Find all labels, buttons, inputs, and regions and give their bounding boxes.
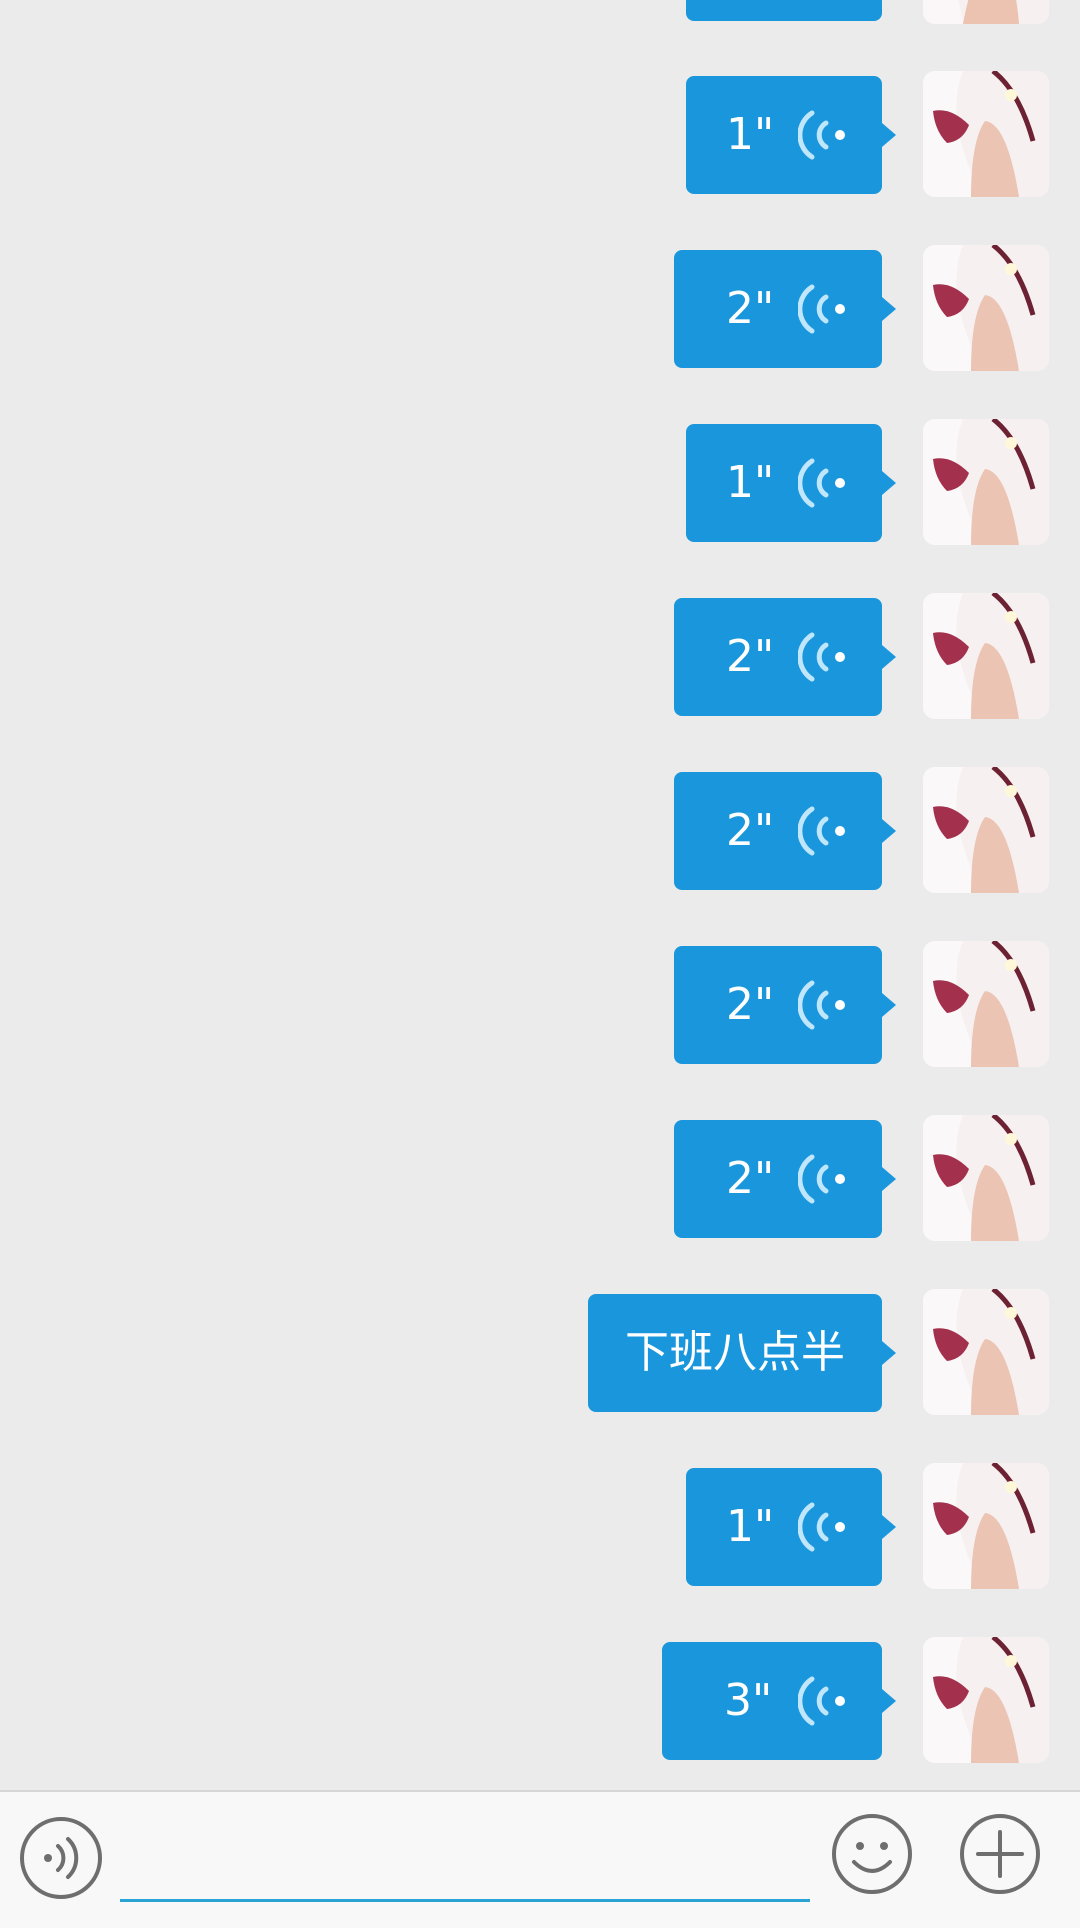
voice-wave-icon (798, 284, 845, 334)
voice-wave-icon (798, 632, 845, 682)
voice-duration: 2" (726, 805, 775, 856)
smiley-icon[interactable] (830, 1812, 914, 1896)
voice-message-bubble[interactable]: 3" (662, 1642, 896, 1760)
avatar-image (923, 941, 1049, 1067)
voice-wave-icon (798, 806, 845, 856)
avatar-image (923, 1637, 1049, 1763)
user-avatar[interactable] (923, 1115, 1049, 1241)
user-avatar[interactable] (923, 941, 1049, 1067)
voice-mode-icon[interactable] (18, 1815, 104, 1901)
message-row: 下班八点半 (0, 1289, 1080, 1415)
avatar-image (923, 1115, 1049, 1241)
voice-duration: 2" (726, 631, 775, 682)
voice-wave-icon (798, 458, 845, 508)
plus-circle-icon[interactable] (958, 1812, 1042, 1896)
avatar-image (923, 71, 1049, 197)
user-avatar[interactable] (923, 767, 1049, 893)
avatar-image (923, 1289, 1049, 1415)
message-row: 2" (0, 245, 1080, 371)
message-row: 2" (0, 1115, 1080, 1241)
user-avatar[interactable] (923, 71, 1049, 197)
voice-wave-icon (798, 1502, 845, 1552)
voice-duration: 1" (726, 1501, 775, 1552)
message-row (0, 0, 1080, 24)
user-avatar[interactable] (923, 245, 1049, 371)
user-avatar[interactable] (923, 0, 1049, 24)
message-input-bar (0, 1790, 1080, 1928)
message-row: 3" (0, 1637, 1080, 1763)
user-avatar[interactable] (923, 1463, 1049, 1589)
message-row: 2" (0, 593, 1080, 719)
voice-duration: 3" (724, 1675, 773, 1726)
avatar-image (923, 419, 1049, 545)
voice-wave-icon (798, 1676, 845, 1726)
user-avatar[interactable] (923, 419, 1049, 545)
avatar-image (923, 1463, 1049, 1589)
voice-message-bubble[interactable]: 2" (674, 946, 896, 1064)
message-row: 1" (0, 1463, 1080, 1589)
voice-duration: 1" (726, 457, 775, 508)
avatar-image (923, 0, 1049, 24)
message-row: 1" (0, 71, 1080, 197)
message-row: 1" (0, 419, 1080, 545)
message-row: 2" (0, 941, 1080, 1067)
message-input[interactable] (120, 1810, 810, 1902)
voice-message-bubble[interactable]: 2" (674, 1120, 896, 1238)
text-message-bubble[interactable]: 下班八点半 (588, 1294, 896, 1412)
voice-wave-icon (798, 110, 845, 160)
voice-wave-icon (798, 1154, 845, 1204)
user-avatar[interactable] (923, 1637, 1049, 1763)
message-text: 下班八点半 (625, 1327, 845, 1378)
avatar-image (923, 767, 1049, 893)
voice-message-bubble[interactable]: 2" (674, 250, 896, 368)
voice-wave-icon (798, 980, 845, 1030)
avatar-image (923, 593, 1049, 719)
voice-message-bubble[interactable]: 2" (674, 598, 896, 716)
voice-message-bubble[interactable]: 1" (686, 424, 896, 542)
voice-message-bubble[interactable]: 1" (686, 76, 896, 194)
avatar-image (923, 245, 1049, 371)
voice-duration: 1" (726, 109, 775, 160)
voice-duration: 2" (726, 979, 775, 1030)
voice-duration: 2" (726, 1153, 775, 1204)
chat-message-list[interactable]: 1" 2" 1" 2" 2" 2" 2" 下班八点半 1" 3" (0, 0, 1080, 1790)
user-avatar[interactable] (923, 1289, 1049, 1415)
voice-message-bubble[interactable] (686, 0, 882, 21)
voice-message-bubble[interactable]: 1" (686, 1468, 896, 1586)
voice-duration: 2" (726, 283, 775, 334)
user-avatar[interactable] (923, 593, 1049, 719)
message-row: 2" (0, 767, 1080, 893)
voice-message-bubble[interactable]: 2" (674, 772, 896, 890)
